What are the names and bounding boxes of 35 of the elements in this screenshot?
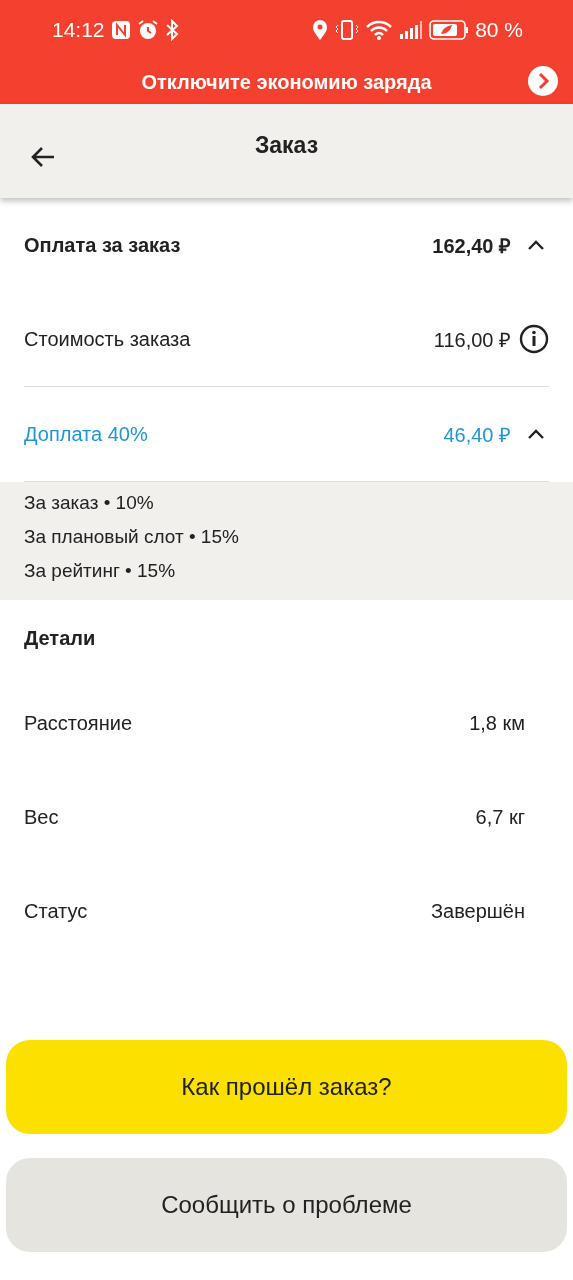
battery-percent: 80 % [475, 18, 523, 42]
caret-up-icon[interactable] [527, 239, 545, 251]
report-problem-button[interactable]: Сообщить о проблеме [6, 1158, 567, 1252]
page-title: Заказ [254, 132, 319, 158]
cost-amount: 116,00 ₽ [433, 327, 511, 353]
info-icon[interactable] [519, 324, 549, 354]
detail-label: Расстояние [24, 711, 134, 735]
battery-saver-banner[interactable]: Отключите экономию заряда [141, 70, 432, 94]
surcharge-item: За плановый слот • 15% [24, 526, 240, 548]
surcharge-item: За заказ • 10% [24, 492, 155, 514]
status-time: 14:12 [52, 18, 105, 42]
detail-label: Вес [24, 805, 60, 829]
cost-label: Стоимость заказа [24, 327, 192, 351]
detail-value: 6,7 кг [475, 805, 525, 829]
nfc-icon [110, 20, 131, 40]
alarm-icon [136, 19, 159, 41]
rate-order-button[interactable]: Как прошёл заказ? [6, 1040, 567, 1134]
chevron-right-icon[interactable] [527, 65, 559, 97]
payment-title: Оплата за заказ [24, 233, 182, 257]
details-title: Детали [24, 626, 96, 650]
payment-amount: 162,40 ₽ [432, 233, 511, 259]
vibrate-icon [335, 19, 360, 41]
surcharge-item: За рейтинг • 15% [24, 560, 177, 582]
back-arrow-icon[interactable] [30, 146, 56, 168]
detail-value: 1,8 км [469, 711, 525, 735]
surcharge-amount: 46,40 ₽ [443, 422, 511, 448]
wifi-icon [365, 19, 394, 41]
detail-label: Статус [24, 899, 89, 923]
battery-icon [429, 19, 470, 41]
detail-value: Завершён [430, 899, 525, 923]
location-icon [311, 19, 330, 41]
caret-up-icon[interactable] [527, 428, 545, 440]
signal-icon [399, 20, 424, 40]
bluetooth-icon [164, 19, 179, 41]
surcharge-label: Доплата 40% [24, 422, 149, 446]
